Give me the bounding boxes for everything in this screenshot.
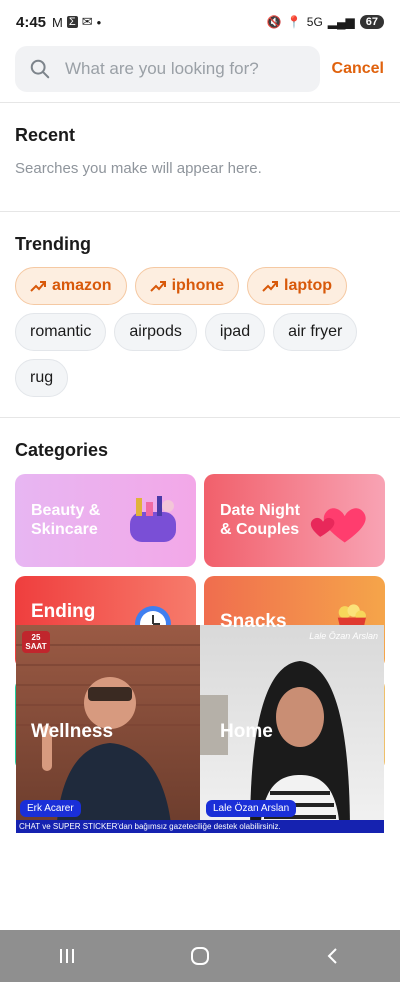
gmail-icon: M [52, 14, 63, 30]
trending-up-icon [30, 281, 46, 292]
trending-up-icon [149, 281, 166, 292]
trending-title: Trending [15, 234, 91, 254]
category-label: Snacks [220, 611, 287, 632]
chip-label: rug [30, 369, 54, 386]
trending-chips: amazon iphone laptop romantic airpods ip… [15, 267, 385, 397]
category-date-night-couples[interactable]: Date Night & Couples [204, 474, 385, 567]
battery-icon: 67 [359, 15, 384, 29]
category-label: Beauty & Skincare [31, 502, 101, 538]
categories-title: Categories [15, 440, 109, 460]
chip-label: iphone [171, 277, 225, 294]
network-label: 5G [306, 15, 323, 29]
chip-label: romantic [30, 323, 92, 340]
signal-icon: ▂▄▆ [327, 15, 355, 29]
chip-label: ipad [219, 323, 251, 340]
location-icon: 📍 [286, 15, 302, 29]
search-icon [30, 59, 50, 79]
host-name-right: Lale Özan Arslan [206, 800, 297, 817]
chip-label: air fryer [288, 323, 343, 340]
recent-apps-icon[interactable] [57, 946, 77, 966]
category-beauty-skincare[interactable]: Beauty & Skincare [15, 474, 196, 567]
home-icon[interactable] [190, 946, 210, 966]
trending-section: Trending amazon iphone laptop romantic a… [0, 212, 400, 417]
search-box[interactable] [15, 46, 320, 92]
chip-label: laptop [284, 277, 333, 294]
trending-chip-iphone[interactable]: iphone [134, 267, 240, 305]
mute-icon: 🔇 [266, 15, 282, 29]
trending-chip-air-fryer[interactable]: air fryer [273, 313, 358, 351]
category-label: Home [220, 721, 273, 742]
recent-title: Recent [15, 125, 76, 145]
recent-empty-text: Searches you make will appear here. [15, 160, 262, 177]
trending-chip-airpods[interactable]: airpods [114, 313, 197, 351]
news-ticker: CHAT ve SUPER STICKER'dan bağımsız gazet… [16, 820, 384, 833]
trending-chip-romantic[interactable]: romantic [15, 313, 107, 351]
trending-chip-rug[interactable]: rug [15, 359, 69, 397]
chip-label: airpods [129, 323, 182, 340]
cancel-button[interactable]: Cancel [332, 60, 384, 78]
trending-chip-ipad[interactable]: ipad [204, 313, 266, 351]
category-label: Ending [31, 601, 96, 622]
category-label: Wellness [31, 721, 114, 742]
host-name-left: Erk Acarer [20, 800, 81, 817]
mail-icon: ✉ [81, 14, 93, 29]
channel-logo: 25 SAAT [22, 631, 50, 653]
trending-up-icon [262, 281, 279, 292]
chip-label: amazon [52, 277, 112, 294]
signature-overlay: Lale Özan Arslan [309, 631, 378, 641]
status-bar: 4:45 M Σ ✉ • 🔇 📍 5G ▂▄▆ 67 [0, 0, 400, 44]
search-row: Cancel [0, 44, 400, 92]
status-time: 4:45 [16, 13, 47, 31]
system-nav-bar [0, 930, 400, 982]
dot-icon: • [96, 14, 102, 30]
sigma-icon: Σ [66, 16, 78, 28]
recent-section: Recent Searches you make will appear her… [0, 103, 400, 211]
category-label: Date Night & Couples [220, 502, 300, 538]
trending-chip-laptop[interactable]: laptop [247, 267, 348, 305]
search-input[interactable] [65, 59, 265, 79]
back-icon[interactable] [323, 946, 343, 966]
trending-chip-amazon[interactable]: amazon [15, 267, 127, 305]
